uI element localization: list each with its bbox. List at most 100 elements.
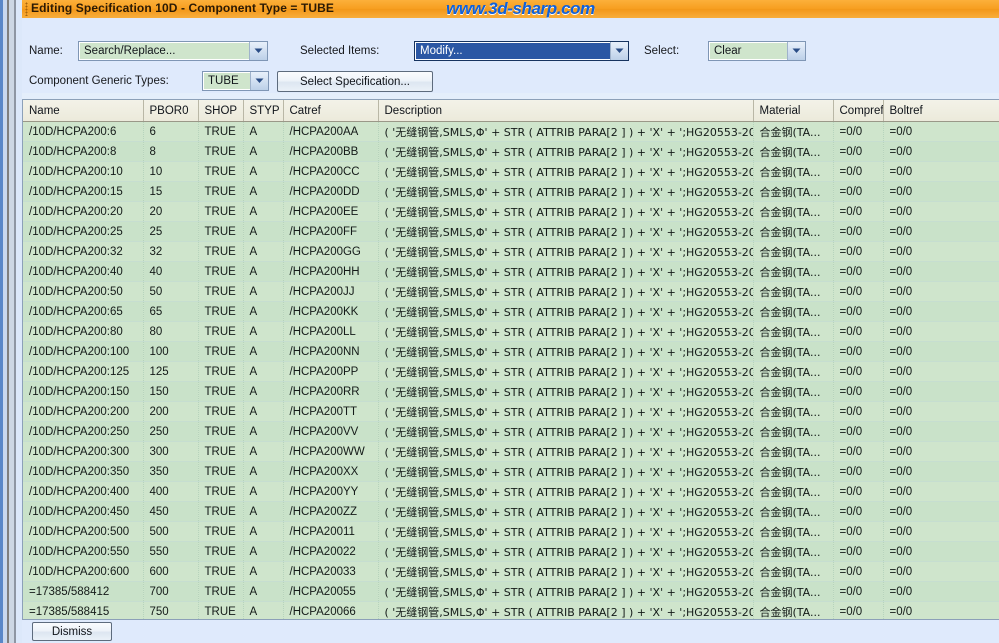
row-styp[interactable]: A	[243, 221, 284, 242]
row-material[interactable]: 合金钢(TA...	[753, 221, 834, 242]
row-catref[interactable]: /HCPA20022	[283, 541, 379, 562]
chevron-down-icon[interactable]	[610, 42, 628, 60]
row-styp[interactable]: A	[243, 481, 284, 502]
row-boltref[interactable]: =0/0	[883, 241, 999, 262]
row-name[interactable]: /10D/HCPA200:350	[23, 461, 144, 482]
row-styp[interactable]: A	[243, 241, 284, 262]
row-boltref[interactable]: =0/0	[883, 181, 999, 202]
row-name[interactable]: /10D/HCPA200:500	[23, 521, 144, 542]
row-name[interactable]: /10D/HCPA200:50	[23, 281, 144, 302]
row-shop[interactable]: TRUE	[198, 281, 244, 302]
row-shop[interactable]: TRUE	[198, 521, 244, 542]
row-description[interactable]: ( '无缝钢管,SMLS,Φ' + STR ( ATTRIB PARA[2 ] …	[378, 601, 754, 619]
row-name[interactable]: /10D/HCPA200:80	[23, 321, 144, 342]
row-boltref[interactable]: =0/0	[883, 561, 999, 582]
row-name[interactable]: /10D/HCPA200:400	[23, 481, 144, 502]
table-row[interactable]: /10D/HCPA200:500 500 TRUE A/HCPA20011( '无缝钢…	[23, 521, 999, 542]
row-catref[interactable]: /HCPA200KK	[283, 301, 379, 322]
row-pbor0[interactable]: 350	[143, 461, 199, 482]
row-pbor0[interactable]: 700	[143, 581, 199, 602]
table-row[interactable]: /10D/HCPA200:80 80 TRUE A/HCPA200LL( '无缝钢管,…	[23, 321, 999, 342]
selected-items-modify-dropdown[interactable]: Modify...	[414, 41, 629, 61]
row-shop[interactable]: TRUE	[198, 341, 244, 362]
row-boltref[interactable]: =0/0	[883, 461, 999, 482]
row-styp[interactable]: A	[243, 121, 284, 142]
table-row[interactable]: /10D/HCPA200:450 450 TRUE A/HCPA200ZZ( '无缝钢…	[23, 501, 999, 522]
row-compref[interactable]: =0/0	[833, 141, 884, 162]
row-shop[interactable]: TRUE	[198, 141, 244, 162]
row-pbor0[interactable]: 15	[143, 181, 199, 202]
row-name[interactable]: /10D/HCPA200:6	[23, 121, 144, 142]
chevron-down-icon[interactable]	[249, 42, 267, 60]
row-name[interactable]: /10D/HCPA200:450	[23, 501, 144, 522]
table-row[interactable]: /10D/HCPA200:550 550 TRUE A/HCPA20022( '无缝钢…	[23, 541, 999, 562]
table-column-header-description[interactable]: Description	[378, 100, 754, 122]
select-clear-dropdown[interactable]: Clear	[708, 41, 806, 61]
row-boltref[interactable]: =0/0	[883, 161, 999, 182]
row-styp[interactable]: A	[243, 401, 284, 422]
row-styp[interactable]: A	[243, 141, 284, 162]
table-row[interactable]: =17385/588415 750 TRUE A/HCPA20066( '无缝钢管,S…	[23, 601, 999, 619]
row-shop[interactable]: TRUE	[198, 461, 244, 482]
row-material[interactable]: 合金钢(TA...	[753, 321, 834, 342]
row-catref[interactable]: /HCPA200PP	[283, 361, 379, 382]
table-row[interactable]: /10D/HCPA200:300 300 TRUE A/HCPA200WW( '无缝钢…	[23, 441, 999, 462]
row-description[interactable]: ( '无缝钢管,SMLS,Φ' + STR ( ATTRIB PARA[2 ] …	[378, 261, 754, 282]
row-description[interactable]: ( '无缝钢管,SMLS,Φ' + STR ( ATTRIB PARA[2 ] …	[378, 421, 754, 442]
row-shop[interactable]: TRUE	[198, 401, 244, 422]
row-boltref[interactable]: =0/0	[883, 281, 999, 302]
row-compref[interactable]: =0/0	[833, 321, 884, 342]
row-description[interactable]: ( '无缝钢管,SMLS,Φ' + STR ( ATTRIB PARA[2 ] …	[378, 281, 754, 302]
table-column-header-styp[interactable]: STYP	[243, 100, 284, 122]
row-boltref[interactable]: =0/0	[883, 581, 999, 602]
row-catref[interactable]: /HCPA200EE	[283, 201, 379, 222]
row-compref[interactable]: =0/0	[833, 361, 884, 382]
row-description[interactable]: ( '无缝钢管,SMLS,Φ' + STR ( ATTRIB PARA[2 ] …	[378, 561, 754, 582]
row-catref[interactable]: /HCPA20055	[283, 581, 379, 602]
row-material[interactable]: 合金钢(TA...	[753, 361, 834, 382]
row-description[interactable]: ( '无缝钢管,SMLS,Φ' + STR ( ATTRIB PARA[2 ] …	[378, 541, 754, 562]
row-shop[interactable]: TRUE	[198, 241, 244, 262]
row-pbor0[interactable]: 450	[143, 501, 199, 522]
table-row[interactable]: /10D/HCPA200:20 20 TRUE A/HCPA200EE( '无缝钢管,…	[23, 201, 999, 222]
row-description[interactable]: ( '无缝钢管,SMLS,Φ' + STR ( ATTRIB PARA[2 ] …	[378, 501, 754, 522]
row-compref[interactable]: =0/0	[833, 381, 884, 402]
table-row[interactable]: /10D/HCPA200:600 600 TRUE A/HCPA20033( '无缝钢…	[23, 561, 999, 582]
row-catref[interactable]: /HCPA200ZZ	[283, 501, 379, 522]
row-styp[interactable]: A	[243, 381, 284, 402]
row-pbor0[interactable]: 200	[143, 401, 199, 422]
row-compref[interactable]: =0/0	[833, 241, 884, 262]
row-description[interactable]: ( '无缝钢管,SMLS,Φ' + STR ( ATTRIB PARA[2 ] …	[378, 301, 754, 322]
row-styp[interactable]: A	[243, 601, 284, 619]
row-material[interactable]: 合金钢(TA...	[753, 461, 834, 482]
row-catref[interactable]: /HCPA200YY	[283, 481, 379, 502]
row-styp[interactable]: A	[243, 561, 284, 582]
row-name[interactable]: /10D/HCPA200:10	[23, 161, 144, 182]
row-name[interactable]: /10D/HCPA200:250	[23, 421, 144, 442]
row-pbor0[interactable]: 125	[143, 361, 199, 382]
row-material[interactable]: 合金钢(TA...	[753, 301, 834, 322]
row-styp[interactable]: A	[243, 341, 284, 362]
row-compref[interactable]: =0/0	[833, 341, 884, 362]
row-catref[interactable]: /HCPA200HH	[283, 261, 379, 282]
row-material[interactable]: 合金钢(TA...	[753, 121, 834, 142]
row-catref[interactable]: /HCPA200GG	[283, 241, 379, 262]
row-compref[interactable]: =0/0	[833, 281, 884, 302]
row-compref[interactable]: =0/0	[833, 561, 884, 582]
row-shop[interactable]: TRUE	[198, 381, 244, 402]
row-shop[interactable]: TRUE	[198, 321, 244, 342]
row-description[interactable]: ( '无缝钢管,SMLS,Φ' + STR ( ATTRIB PARA[2 ] …	[378, 461, 754, 482]
specification-table-container[interactable]: Name PBOR0 SHOP STYP Catref Description Materi…	[22, 99, 999, 620]
row-catref[interactable]: /HCPA200DD	[283, 181, 379, 202]
row-boltref[interactable]: =0/0	[883, 301, 999, 322]
table-row[interactable]: /10D/HCPA200:32 32 TRUE A/HCPA200GG( '无缝钢管,…	[23, 241, 999, 262]
table-row[interactable]: /10D/HCPA200:200 200 TRUE A/HCPA200TT( '无缝钢…	[23, 401, 999, 422]
row-catref[interactable]: /HCPA200TT	[283, 401, 379, 422]
row-description[interactable]: ( '无缝钢管,SMLS,Φ' + STR ( ATTRIB PARA[2 ] …	[378, 441, 754, 462]
row-catref[interactable]: /HCPA200AA	[283, 121, 379, 142]
row-name[interactable]: /10D/HCPA200:550	[23, 541, 144, 562]
row-styp[interactable]: A	[243, 501, 284, 522]
row-compref[interactable]: =0/0	[833, 261, 884, 282]
title-bar[interactable]: Editing Specification 10D - Component Ty…	[22, 0, 999, 19]
dismiss-button[interactable]: Dismiss	[32, 622, 112, 641]
